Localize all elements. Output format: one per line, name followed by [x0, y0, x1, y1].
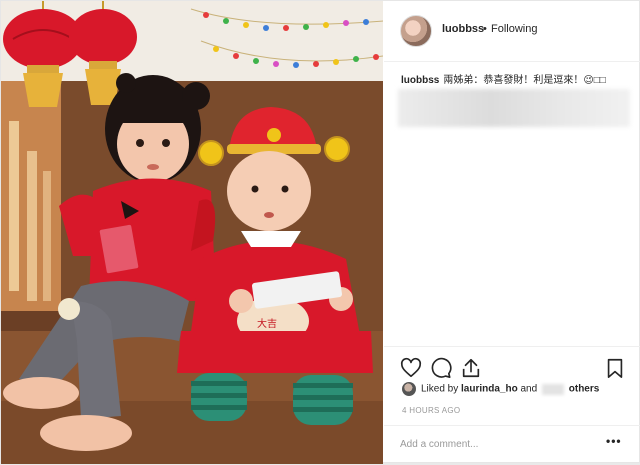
blurred-comments: [398, 89, 630, 127]
post-header: luobbss • Following: [384, 1, 640, 62]
comment-input[interactable]: [400, 435, 590, 453]
likes-prefix: Liked by: [421, 383, 459, 395]
bookmark-icon[interactable]: [604, 357, 626, 379]
svg-text:大吉: 大吉: [257, 317, 277, 330]
comment-bubble-icon[interactable]: [430, 357, 452, 379]
photo-illustration: 大吉: [1, 1, 383, 464]
more-options-icon[interactable]: •••: [606, 434, 622, 448]
instagram-post-card: 大吉 luobbss • Following luobbss 兩姊弟：恭喜發財！…: [0, 0, 640, 464]
following-button[interactable]: Following: [491, 23, 537, 35]
post-caption: luobbss 兩姊弟：恭喜發財！利是逗來！😉□□: [401, 71, 606, 86]
user-avatar[interactable]: [400, 15, 432, 47]
blurred-like-count: [541, 383, 564, 395]
likes-others[interactable]: others: [569, 384, 600, 395]
liker-avatar: [402, 382, 416, 396]
header-separator: •: [483, 23, 487, 35]
likes-line: Liked by laurinda_ho and others: [402, 382, 599, 396]
post-timestamp[interactable]: 4 HOURS AGO: [402, 406, 460, 415]
post-username[interactable]: luobbss: [442, 23, 484, 35]
heart-icon[interactable]: [400, 357, 422, 379]
caption-username[interactable]: luobbss: [401, 75, 439, 86]
caption-text: 兩姊弟：恭喜發財！利是逗來！😉□□: [443, 75, 606, 86]
likes-conjunction: and: [520, 383, 538, 395]
post-side-panel: luobbss • Following luobbss 兩姊弟：恭喜發財！利是逗來…: [384, 1, 640, 464]
post-photo[interactable]: 大吉: [1, 1, 383, 464]
liker-username[interactable]: laurinda_ho: [461, 384, 518, 395]
share-icon[interactable]: [460, 357, 482, 379]
action-bar: [384, 346, 640, 387]
comment-bar: •••: [384, 425, 640, 465]
